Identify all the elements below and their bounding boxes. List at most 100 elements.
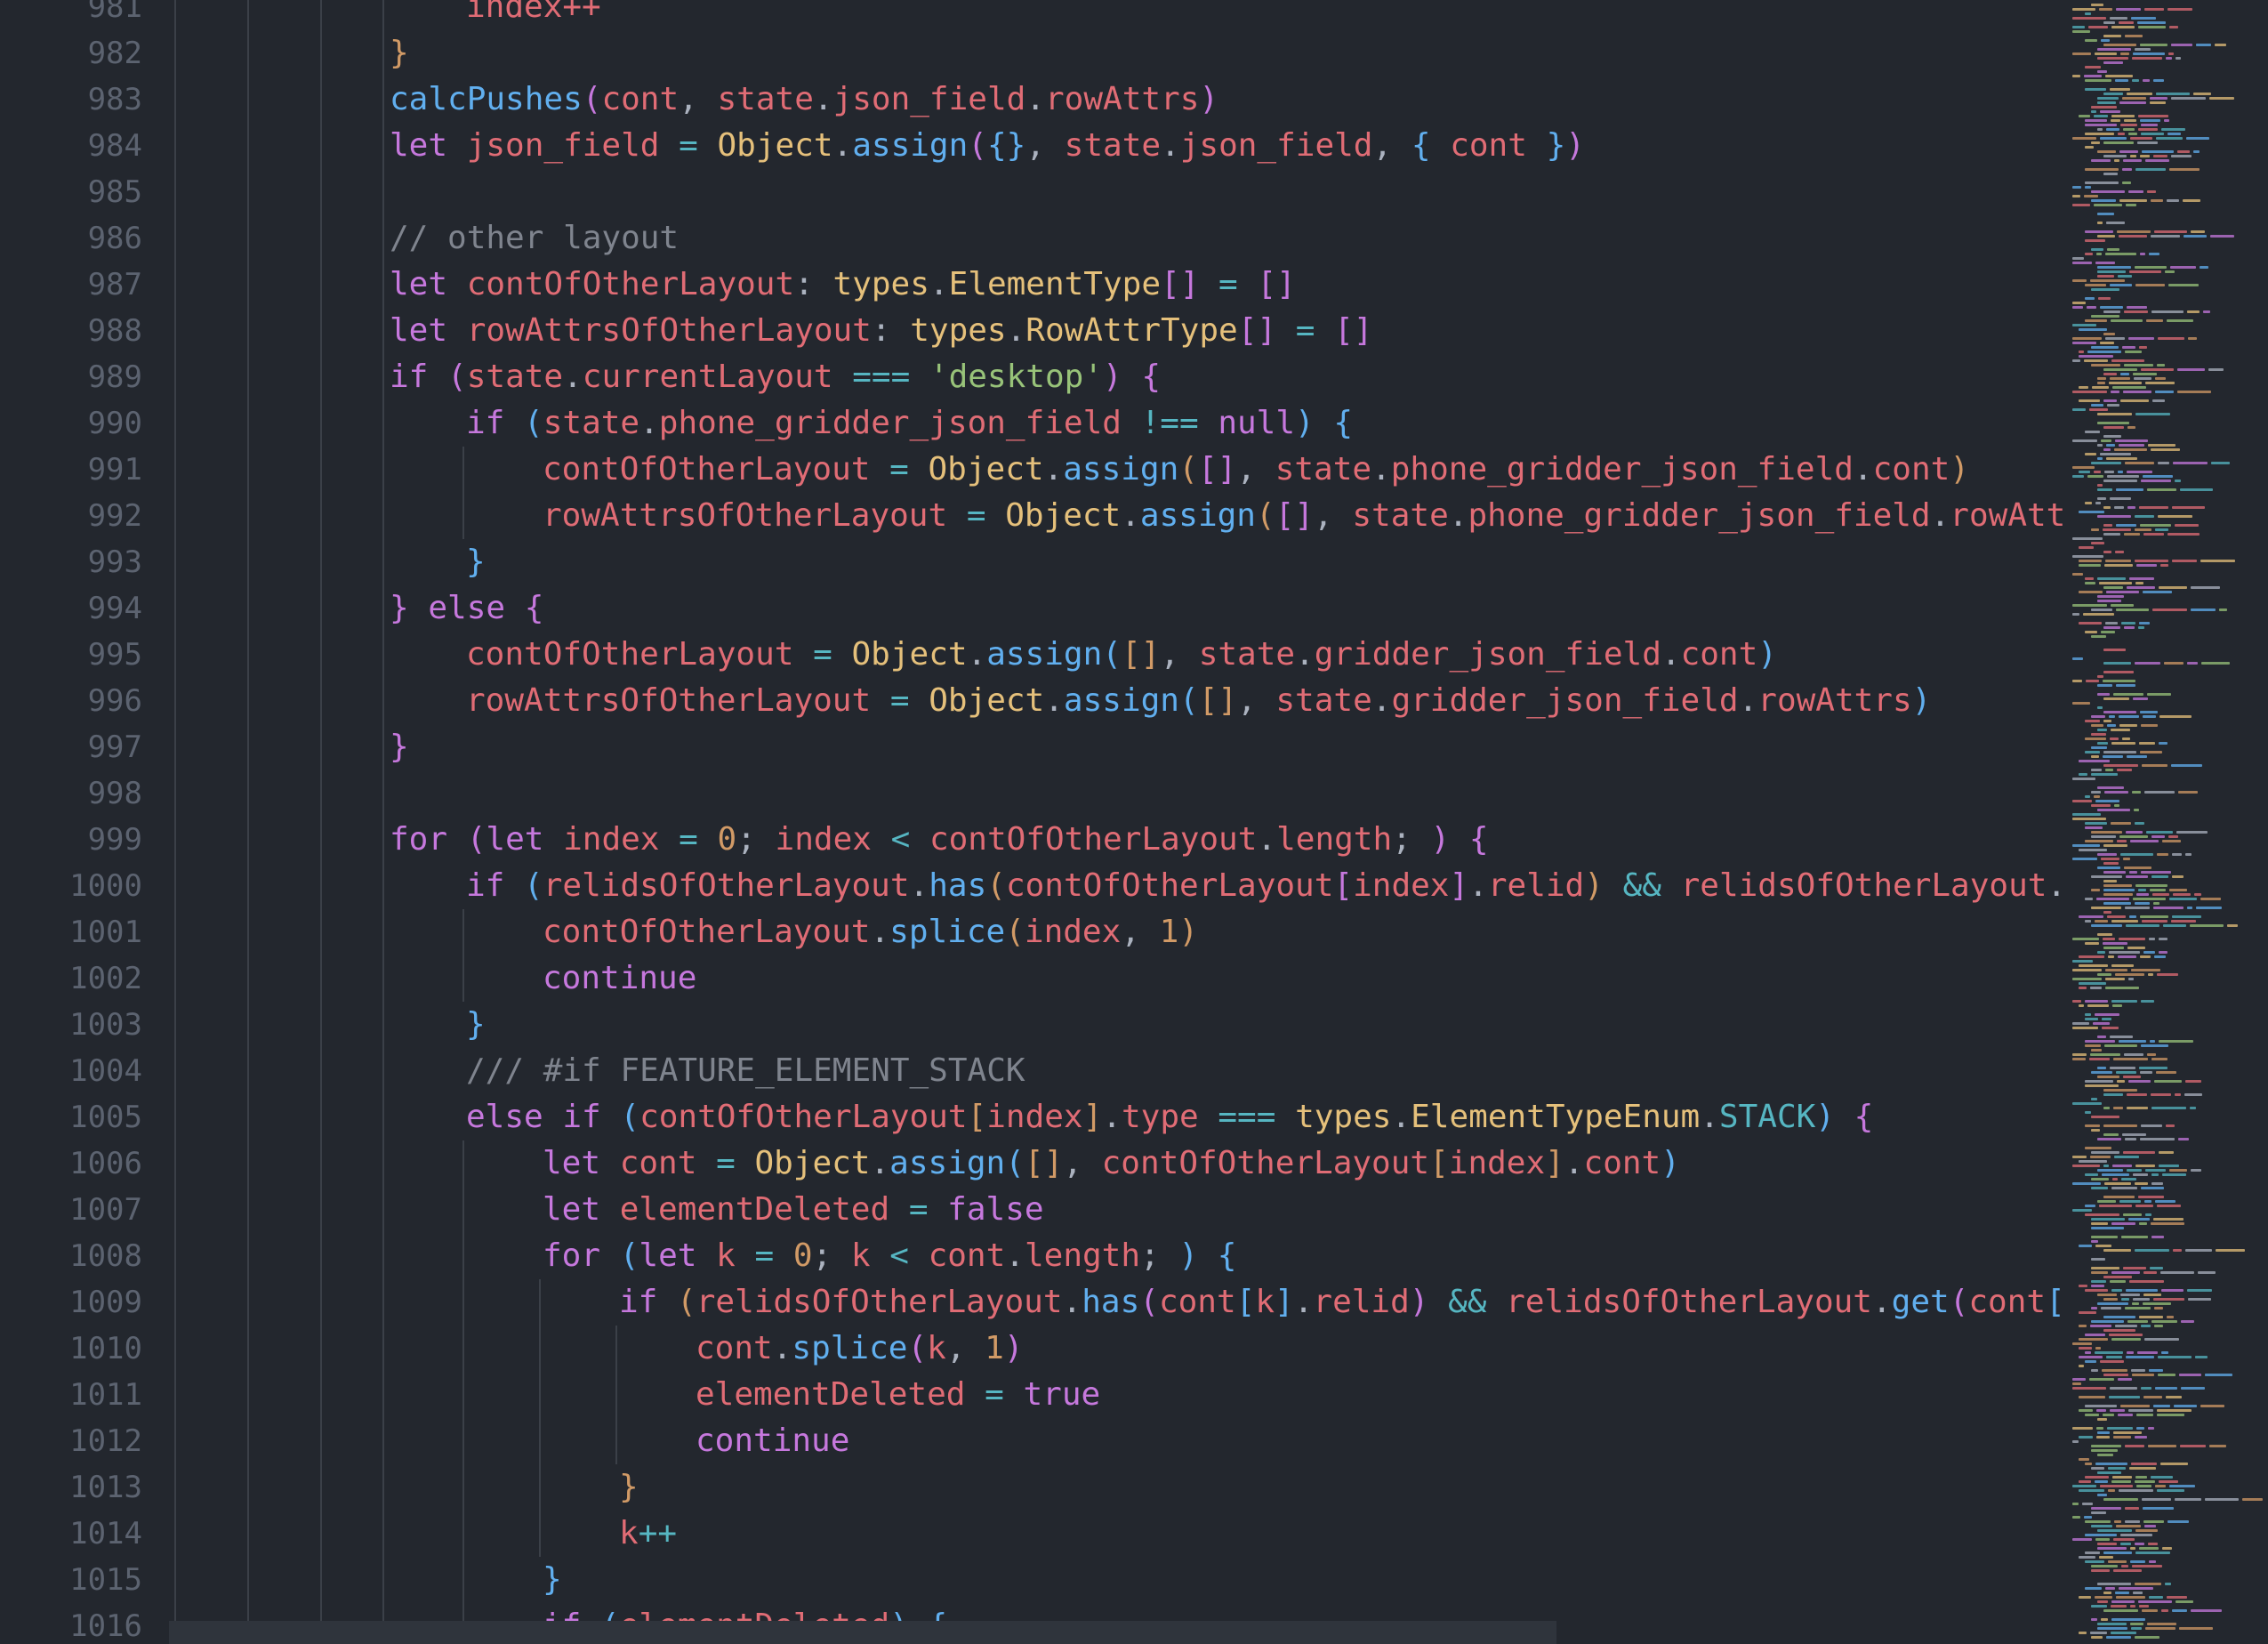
code-line[interactable]: calcPushes(cont, state.json_field.rowAtt… <box>390 77 1218 123</box>
minimap-code-mark <box>2107 475 2139 478</box>
minimap-code-mark <box>2085 577 2094 580</box>
minimap-code-mark <box>2143 475 2173 478</box>
code-token: = <box>871 682 929 719</box>
minimap-code-mark <box>2111 1600 2135 1603</box>
minimap-code-mark <box>2072 1378 2086 1381</box>
minimap-code-mark <box>2130 1547 2135 1550</box>
minimap-code-mark <box>2185 853 2192 856</box>
minimap-code-mark <box>2151 835 2165 838</box>
code-line[interactable]: } <box>619 1464 639 1511</box>
code-line[interactable]: if (state.phone_gridder_json_field !== n… <box>466 400 1353 447</box>
code-token: index <box>1448 1145 1546 1181</box>
minimap-code-mark <box>2242 1498 2263 1501</box>
code-line[interactable]: continue <box>696 1418 849 1464</box>
code-line[interactable]: index++ <box>466 0 601 30</box>
code-line[interactable]: contOfOtherLayout = Object.assign([], st… <box>466 632 1777 678</box>
minimap-code-mark <box>2091 1240 2098 1243</box>
minimap-code-mark <box>2090 1156 2111 1158</box>
minimap-code-mark <box>2103 426 2124 429</box>
minimap-code-mark <box>2138 115 2168 117</box>
minimap-code-mark <box>2072 818 2106 820</box>
code-line[interactable]: contOfOtherLayout.splice(index, 1) <box>543 909 1198 955</box>
code-token: = <box>1276 312 1335 349</box>
code-line[interactable]: } <box>466 1002 486 1048</box>
code-line[interactable]: /// #if FEATURE_ELEMENT_STACK <box>466 1048 1025 1094</box>
minimap-code-mark <box>2135 515 2154 518</box>
code-token: } <box>390 729 409 765</box>
minimap-code-mark <box>2079 964 2108 967</box>
minimap-code-mark <box>2208 368 2224 371</box>
code-token: has <box>1082 1284 1140 1320</box>
code-line[interactable]: contOfOtherLayout = Object.assign([], st… <box>543 447 1969 493</box>
code-token: !== <box>1121 405 1218 441</box>
code-token: ( <box>466 821 487 858</box>
code-line[interactable]: let json_field = Object.assign({}, state… <box>390 123 1585 169</box>
minimap-code-mark <box>2113 1569 2142 1572</box>
minimap-code-mark <box>2138 128 2158 131</box>
minimap[interactable] <box>2063 0 2268 1644</box>
code-line[interactable]: else if (contOfOtherLayout[index].type =… <box>466 1094 1873 1140</box>
minimap-code-mark <box>2103 626 2120 629</box>
code-text-area[interactable]: index++} calcPushes(cont, state.json_fiel… <box>169 0 2063 1644</box>
code-line[interactable]: let cont = Object.assign([], contOfOther… <box>543 1140 1680 1187</box>
minimap-code-mark <box>2216 1249 2245 1252</box>
code-line[interactable]: let rowAttrsOfOtherLayout: types.RowAttr… <box>390 308 1372 354</box>
minimap-code-mark <box>2079 1347 2092 1350</box>
code-line[interactable]: if (relidsOfOtherLayout.has(contOfOtherL… <box>466 863 2063 909</box>
minimap-code-mark <box>2089 408 2108 411</box>
minimap-code-mark <box>2157 1409 2192 1412</box>
minimap-code-mark <box>2103 35 2121 37</box>
minimap-code-mark <box>2151 1093 2171 1096</box>
minimap-code-mark <box>2096 1427 2103 1430</box>
line-number: 1011 <box>69 1377 142 1413</box>
code-editor[interactable]: 981 982 983 984 985 986 987 988 989 990 991 992 993 9… <box>0 0 2268 1644</box>
minimap-code-mark <box>2088 26 2108 28</box>
minimap-code-mark <box>2122 737 2130 740</box>
minimap-code-mark <box>2132 1374 2154 1376</box>
code-token: rowAttrsOfOtherLayout <box>466 682 872 719</box>
minimap-code-mark <box>2091 141 2100 144</box>
code-line[interactable]: cont.splice(k, 1) <box>696 1326 1024 1372</box>
minimap-code-mark <box>2120 399 2149 402</box>
code-token: && <box>1603 867 1681 904</box>
minimap-code-mark <box>2169 898 2197 900</box>
minimap-code-mark <box>2079 1004 2084 1007</box>
code-line[interactable]: for (let k = 0; k < cont.length; ) { <box>543 1233 1236 1279</box>
minimap-code-mark <box>2084 195 2098 197</box>
code-token: ; <box>736 821 776 858</box>
code-line[interactable]: if (relidsOfOtherLayout.has(cont[k].reli… <box>619 1279 2063 1326</box>
minimap-code-mark <box>2085 1213 2119 1216</box>
minimap-code-mark <box>2135 1543 2144 1545</box>
code-line[interactable]: } <box>390 724 409 770</box>
code-line[interactable]: elementDeleted = true <box>696 1372 1100 1418</box>
minimap-code-mark <box>2187 1289 2212 1292</box>
minimap-code-mark <box>2110 1387 2137 1390</box>
minimap-code-mark <box>2122 168 2132 171</box>
code-token: ( <box>677 1284 696 1320</box>
minimap-code-mark <box>2153 79 2164 82</box>
code-line[interactable]: rowAttrsOfOtherLayout = Object.assign([]… <box>466 678 1931 724</box>
minimap-code-mark <box>2103 1316 2135 1318</box>
minimap-code-mark <box>2105 337 2125 340</box>
code-line[interactable]: let contOfOtherLayout: types.ElementType… <box>390 262 1296 308</box>
code-line[interactable]: } <box>466 539 486 585</box>
horizontal-scrollbar[interactable] <box>169 1621 1556 1644</box>
code-line[interactable]: } <box>390 30 409 77</box>
code-line[interactable]: for (let index = 0; index < contOfOtherL… <box>390 817 1489 863</box>
minimap-code-mark <box>2100 110 2120 113</box>
code-line[interactable]: if (state.currentLayout === 'desktop') { <box>390 354 1161 400</box>
code-line[interactable]: k++ <box>619 1511 677 1557</box>
minimap-code-mark <box>2091 110 2096 113</box>
code-line[interactable]: // other layout <box>390 215 679 262</box>
code-token: . <box>870 914 890 950</box>
minimap-code-mark <box>2079 386 2088 389</box>
minimap-code-mark <box>2111 1289 2122 1292</box>
code-line[interactable]: let elementDeleted = false <box>543 1187 1044 1233</box>
code-line[interactable]: } <box>543 1557 562 1603</box>
minimap-code-mark <box>2157 364 2165 367</box>
minimap-code-mark <box>2159 1164 2179 1167</box>
code-line[interactable]: rowAttrsOfOtherLayout = Object.assign([]… <box>543 493 2063 539</box>
minimap-code-mark <box>2108 955 2114 958</box>
code-line[interactable]: continue <box>543 955 696 1002</box>
code-line[interactable]: } else { <box>390 585 543 632</box>
